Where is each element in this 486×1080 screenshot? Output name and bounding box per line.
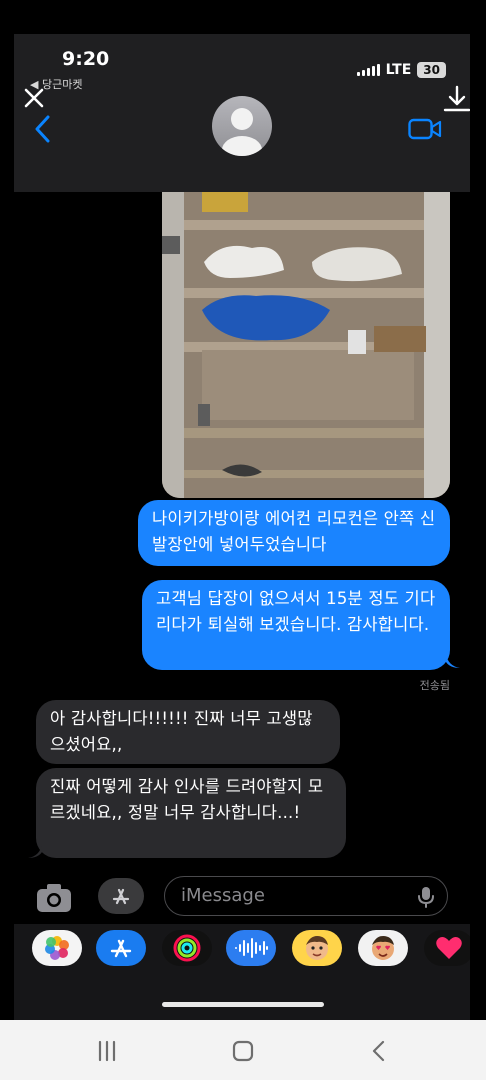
microphone-icon[interactable] <box>415 885 437 909</box>
app-store-icon[interactable] <box>96 930 146 966</box>
recent-apps-icon[interactable] <box>92 1036 122 1066</box>
android-navigation-bar <box>0 1020 486 1080</box>
battery-level: 30 <box>423 63 440 77</box>
battery-icon: 30 <box>417 62 446 78</box>
camera-icon[interactable] <box>34 880 74 916</box>
bubble-tail-incoming <box>28 844 42 858</box>
app-store-icon <box>112 888 130 905</box>
conversation-header: 9:20 ◀ 당근마켓 LTE 30 <box>14 34 470 192</box>
audio-message-icon[interactable] <box>226 930 276 966</box>
app-store-glyph-icon <box>110 939 132 958</box>
memoji-stickers-icon[interactable] <box>358 930 408 966</box>
app-store-button[interactable] <box>98 878 144 914</box>
incoming-message-2[interactable]: 진짜 어떻게 감사 인사를 드려야할지 모르겠네요,, 정말 너무 감사합니다.… <box>36 768 346 858</box>
photos-flower-icon <box>45 936 69 960</box>
home-indicator[interactable] <box>162 1002 324 1007</box>
heart-sticker-icon[interactable] <box>424 930 470 966</box>
bubble-tail <box>446 654 460 668</box>
message-composer: iMessage <box>14 872 470 924</box>
signal-icon <box>356 64 380 76</box>
waveform-icon <box>235 938 268 958</box>
home-icon[interactable] <box>228 1036 258 1066</box>
heart-eyes-memoji-icon <box>372 936 394 960</box>
status-time: 9:20 <box>62 48 110 70</box>
app-drawer-tray <box>14 924 470 1020</box>
imessage-input[interactable]: iMessage <box>164 876 448 916</box>
outgoing-message-2[interactable]: 고객님 답장이 없으셔서 15분 정도 기다리다가 퇴실해 보겠습니다. 감사합… <box>142 580 450 670</box>
shoe-cabinet-image <box>162 192 450 498</box>
video-call-icon[interactable] <box>408 118 442 140</box>
download-icon[interactable] <box>442 84 470 114</box>
input-placeholder: iMessage <box>181 885 265 906</box>
back-icon[interactable] <box>364 1036 394 1066</box>
back-chevron-icon[interactable] <box>34 114 52 144</box>
screenshot-frame: 9:20 ◀ 당근마켓 LTE 30 나이키가방이랑 에어컨 리모컨은 안쪽 신… <box>14 34 470 1020</box>
photos-icon[interactable] <box>32 930 82 966</box>
delivered-status: 전송됨 <box>419 679 450 692</box>
person-icon <box>222 108 262 156</box>
status-indicators: LTE 30 <box>356 62 446 78</box>
close-icon[interactable] <box>22 86 46 110</box>
activity-icon[interactable] <box>162 930 212 966</box>
outgoing-message-1[interactable]: 나이키가방이랑 에어컨 리모컨은 안쪽 신발장안에 넣어두었습니다 <box>138 500 450 566</box>
activity-rings-icon <box>173 934 201 962</box>
network-label: LTE <box>385 62 412 78</box>
incoming-message-1[interactable]: 아 감사합니다!!!!!! 진짜 너무 고생많으셨어요,, <box>36 700 340 764</box>
left-edge <box>0 0 14 1080</box>
memoji-face-icon <box>306 936 328 960</box>
heart-icon <box>436 937 462 959</box>
shared-photo-shoe-cabinet[interactable] <box>162 192 450 498</box>
contact-avatar[interactable] <box>212 96 272 156</box>
memoji-icon[interactable] <box>292 930 342 966</box>
